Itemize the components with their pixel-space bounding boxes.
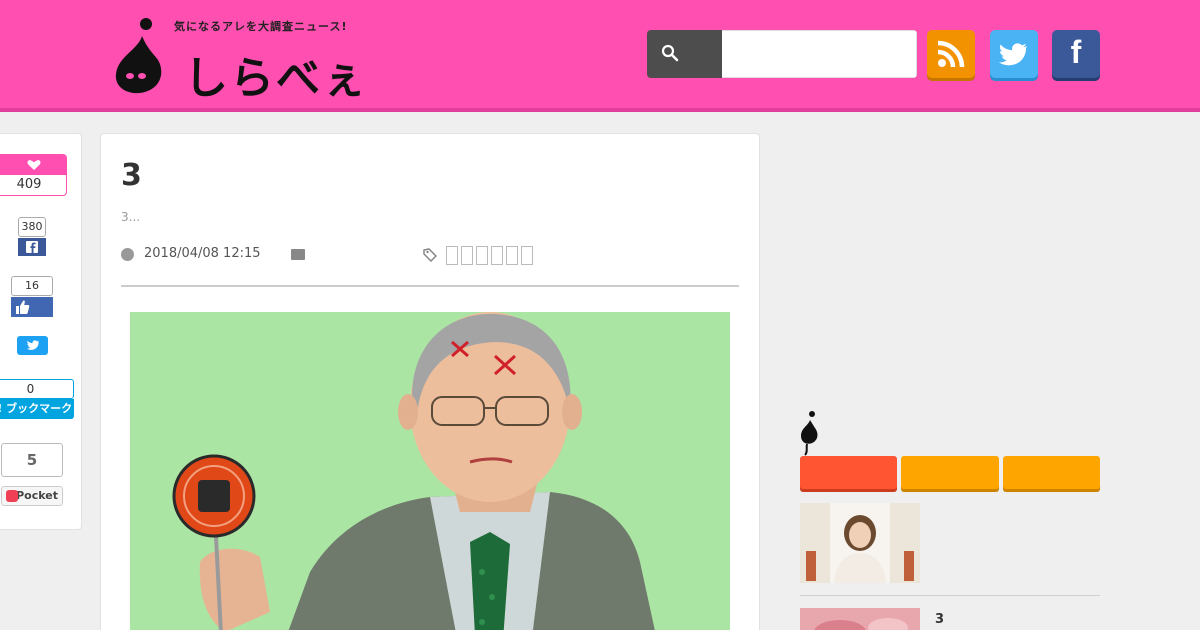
twitter-icon [998,43,1027,66]
pocket-label: Pocket [16,489,58,502]
facebook-square-icon [26,241,38,253]
site-logo[interactable]: 気になるアレを大調査ニュース! しらべぇ [112,12,402,104]
sidebar-mascot-icon [801,411,818,456]
clock-icon [121,248,134,261]
like-count: 409 [16,177,42,192]
pocket-save-button[interactable]: Pocket [1,486,63,506]
logo-mark-icon [115,18,162,94]
tag-item[interactable] [521,246,533,265]
like-button[interactable]: 409 [0,154,67,196]
sidebar-tab-1[interactable] [800,456,898,489]
tag-icon [423,248,437,262]
sidebar-item-1-thumbnail[interactable] [800,503,920,583]
article-meta: 2018/04/08 12:15 [121,246,739,266]
tag-item[interactable] [461,246,473,265]
search-box [647,30,917,78]
sidebar-tab-2[interactable] [901,456,999,489]
category-folder-icon[interactable] [291,249,305,260]
facebook-button[interactable]: f [1052,30,1100,78]
like-top [0,155,66,175]
site-logo-text: しらべぇ [184,53,368,104]
twitter-bird-icon [26,340,39,350]
sidebar-list-divider [800,595,1100,596]
facebook-share-button[interactable]: 380 [18,217,46,256]
sidebar-item-2-thumbnail[interactable] [800,608,920,630]
heart-icon [27,160,41,170]
article-card: 3 3... 2018/04/08 12:15 [100,133,760,630]
article-title: 3 [121,158,142,193]
rss-button[interactable] [927,30,975,78]
pocket-count: 5 [1,443,63,477]
facebook-like-button[interactable]: 16 [11,276,53,317]
tag-item[interactable] [491,246,503,265]
search-icon [661,44,679,62]
meta-divider [121,285,739,287]
article-date: 2018/04/08 12:15 [144,246,261,261]
sidebar-tabs [800,456,1100,489]
thumbs-up-icon [16,300,30,314]
sidebar-item-2-title[interactable]: 3 [935,612,944,627]
facebook-share-count: 380 [18,217,46,237]
site-tagline: 気になるアレを大調査ニュース! [174,20,348,33]
hatena-count: 0 [0,379,74,399]
angry-man-illustration [130,312,730,630]
rss-icon [937,40,965,68]
site-header: 気になるアレを大調査ニュース! しらべぇ f [0,0,1200,112]
hatena-bookmark-button[interactable]: 0 B! ブックマーク [0,379,74,419]
facebook-icon: f [1070,34,1082,70]
article-illustration [130,312,730,630]
tag-item[interactable] [476,246,488,265]
share-column: 409 380 16 0 B! ブックマーク 5 P [0,133,82,530]
sidebar-tab-3[interactable] [1002,456,1100,489]
article-excerpt: 3... [121,210,141,224]
sidebar-item-2-image [800,608,920,630]
facebook-like-count: 16 [11,276,53,296]
hatena-label: B! ブックマーク [0,399,74,419]
twitter-share-button[interactable] [17,336,48,355]
tag-item[interactable] [506,246,518,265]
pocket-button[interactable]: 5 Pocket [1,443,63,506]
tag-list [446,246,533,265]
twitter-button[interactable] [990,30,1038,78]
search-button[interactable] [647,30,722,78]
tag-item[interactable] [446,246,458,265]
facebook-share-tile [18,238,46,256]
sidebar-item-1-image [800,503,920,583]
pocket-icon [6,490,18,502]
search-input[interactable] [722,30,917,78]
facebook-like-tile [11,297,53,317]
